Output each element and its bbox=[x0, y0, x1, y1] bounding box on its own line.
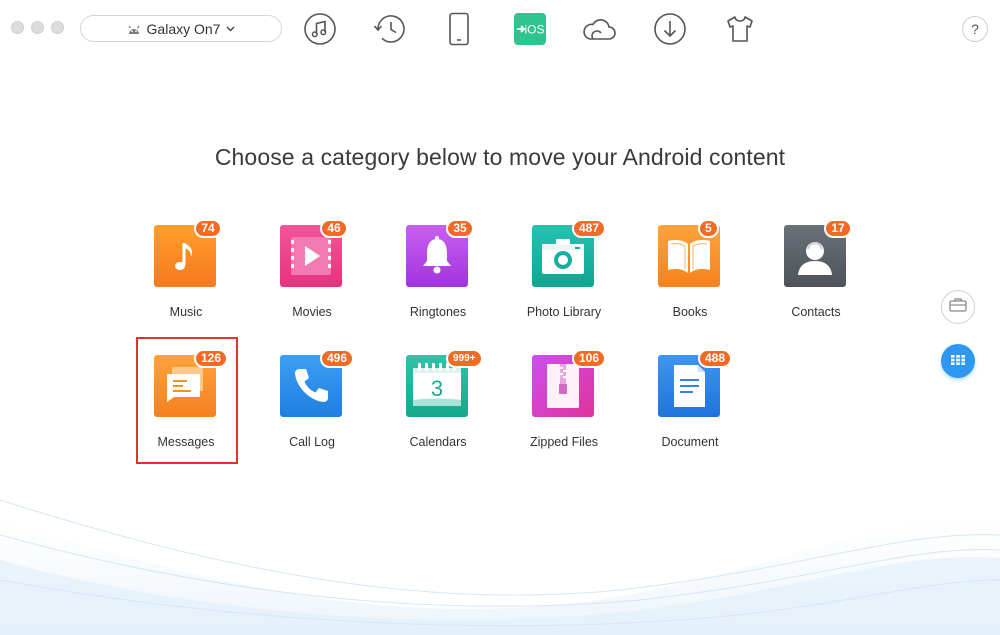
category-books[interactable]: 5 Books bbox=[627, 219, 753, 325]
background-waves bbox=[0, 499, 1000, 635]
toolbox-button[interactable] bbox=[941, 290, 975, 324]
device-name: Galaxy On7 bbox=[146, 20, 221, 37]
download-icon bbox=[653, 12, 687, 46]
android-to-ios-button[interactable]: iOS bbox=[511, 10, 549, 48]
category-ringtones[interactable]: 35 Ringtones bbox=[375, 219, 501, 325]
category-music[interactable]: 74 Music bbox=[123, 219, 249, 325]
download-button[interactable] bbox=[651, 10, 689, 48]
icloud-icon bbox=[581, 14, 617, 44]
calendar-day: 3 bbox=[431, 376, 443, 401]
page-title: Choose a category below to move your And… bbox=[214, 144, 786, 170]
zoom-window-button[interactable] bbox=[51, 21, 64, 34]
icloud-button[interactable] bbox=[580, 10, 618, 48]
category-contacts[interactable]: 17 Contacts bbox=[753, 219, 879, 325]
toolbar: Galaxy On7 iOS ? bbox=[0, 0, 1000, 58]
category-label: Ringtones bbox=[409, 305, 467, 319]
category-label: Movies bbox=[292, 305, 332, 319]
history-icon bbox=[372, 12, 408, 46]
tshirt-icon bbox=[725, 14, 755, 44]
category-photo-library[interactable]: 487 Photo Library bbox=[501, 219, 627, 325]
ios-label: iOS bbox=[524, 23, 544, 37]
category-count-badge: 106 bbox=[572, 349, 607, 368]
category-count-badge: 17 bbox=[824, 219, 852, 238]
category-count-badge: 496 bbox=[320, 349, 355, 368]
apps-button[interactable] bbox=[941, 344, 975, 378]
toolbox-icon bbox=[949, 297, 967, 317]
close-window-button[interactable] bbox=[11, 21, 24, 34]
skin-button[interactable] bbox=[721, 10, 759, 48]
category-label: Books bbox=[672, 305, 708, 319]
category-count-badge: 35 bbox=[446, 219, 474, 238]
chevron-down-icon bbox=[226, 26, 235, 32]
category-count-badge: 999+ bbox=[446, 349, 483, 368]
category-movies[interactable]: 46 Movies bbox=[249, 219, 375, 325]
history-button[interactable] bbox=[371, 10, 409, 48]
phone-icon bbox=[448, 12, 470, 46]
category-count-badge: 74 bbox=[194, 219, 222, 238]
minimize-window-button[interactable] bbox=[31, 21, 44, 34]
apps-grid-icon bbox=[951, 352, 965, 370]
help-button[interactable]: ? bbox=[962, 16, 988, 42]
category-label: Music bbox=[169, 305, 203, 319]
android-to-ios-icon: iOS bbox=[513, 12, 547, 46]
android-icon bbox=[127, 23, 141, 35]
itunes-button[interactable] bbox=[301, 10, 339, 48]
device-selector[interactable]: Galaxy On7 bbox=[80, 15, 282, 42]
category-count-badge: 5 bbox=[698, 219, 719, 238]
category-label: Contacts bbox=[791, 305, 841, 319]
phone-manager-button[interactable] bbox=[440, 10, 478, 48]
category-label: Photo Library bbox=[526, 305, 602, 319]
category-count-badge: 487 bbox=[572, 219, 607, 238]
category-count-badge: 46 bbox=[320, 219, 348, 238]
category-count-badge: 488 bbox=[698, 349, 733, 368]
itunes-icon bbox=[303, 12, 337, 46]
